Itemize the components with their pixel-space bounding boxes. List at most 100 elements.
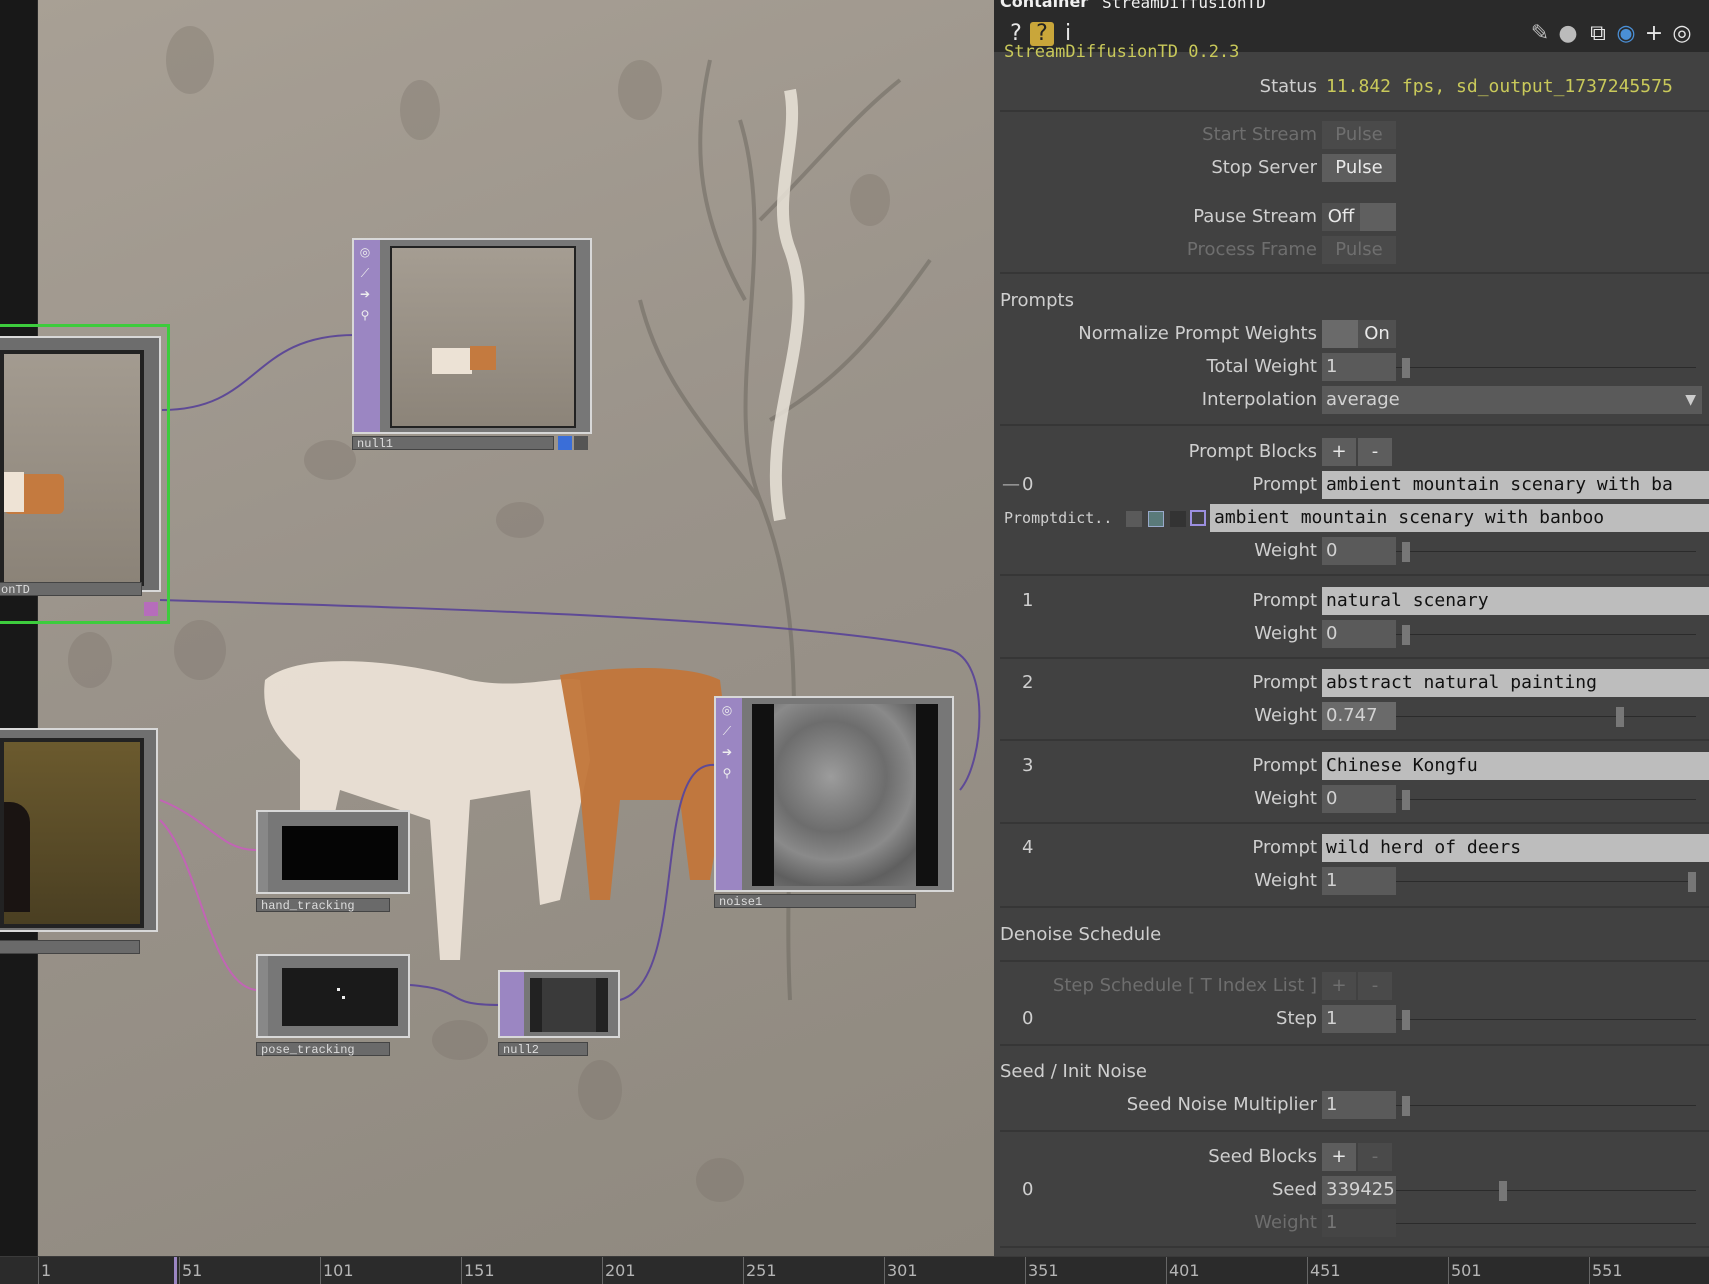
node-null2[interactable]: null2 — [498, 970, 622, 1058]
prompt-block-2-weight-field[interactable]: 0.747 — [1322, 702, 1396, 730]
viewer-toggle-icon[interactable]: ◎ — [718, 701, 736, 719]
prompt-block-1-weight-field[interactable]: 0 — [1322, 620, 1396, 648]
add-seed-block-button[interactable]: + — [1322, 1143, 1356, 1171]
promptdict-checkbox-icon[interactable] — [1190, 510, 1206, 526]
node-null1[interactable]: ◎ ⟋ ➔ ⚲ null1 — [352, 238, 592, 454]
network-editor[interactable]: onTD ◎ ⟋ ➔ ⚲ null1 hand_tracking pose_tr… — [0, 0, 994, 1256]
promptdict-table-icon[interactable] — [1170, 511, 1186, 527]
prompt-block-1-weight-handle[interactable] — [1402, 625, 1410, 645]
pause-stream-toggle[interactable]: Off — [1322, 203, 1360, 231]
prompt-block-2-weight-slider[interactable] — [1396, 716, 1696, 717]
target-icon[interactable]: ◎ — [1670, 22, 1694, 46]
timeline-ruler[interactable]: 15110115120125130135140145150155160 — [0, 1256, 1709, 1284]
edit-node-icon[interactable]: ⟋ — [718, 722, 736, 740]
prompt-block-3-weight-handle[interactable] — [1402, 790, 1410, 810]
node-ontd-viewer — [0, 350, 144, 586]
seed-weight-field[interactable]: 1 — [1322, 1209, 1396, 1237]
node-ontd[interactable]: onTD — [0, 324, 172, 624]
prompt-block-0-weight-field[interactable]: 0 — [1322, 537, 1396, 565]
node-pose-tracking-frame — [256, 954, 410, 1038]
add-prompt-block-button[interactable]: + — [1322, 438, 1356, 466]
step-schedule-row: Step Schedule [ T Index List ] + - — [994, 971, 1709, 1001]
prompt-block-2-weight-handle[interactable] — [1615, 707, 1624, 727]
node-ontd-label: onTD — [0, 582, 142, 597]
node-hand-tracking-label: hand_tracking — [256, 898, 390, 913]
prompt-block-0-prompt-field[interactable]: ambient mountain scenary with ba — [1322, 471, 1709, 499]
prompt-block-4-weight-field[interactable]: 1 — [1322, 867, 1396, 895]
stop-server-row: Stop Server Pulse — [994, 153, 1709, 183]
playhead[interactable] — [174, 1257, 177, 1284]
seed-multiplier-slider[interactable] — [1396, 1105, 1696, 1106]
timeline-tick: 351 — [1025, 1257, 1059, 1284]
total-weight-field[interactable]: 1 — [1322, 353, 1396, 381]
node-pose-tracking[interactable]: pose_tracking — [256, 954, 412, 1058]
prompt-label: Prompt — [1252, 474, 1317, 495]
prompt-block-1-prompt-field[interactable]: natural scenary — [1322, 587, 1709, 615]
export-icon[interactable]: ➔ — [718, 743, 736, 761]
node-null1-viewer-flag[interactable] — [558, 436, 572, 450]
lock-icon[interactable]: ⚲ — [718, 764, 736, 782]
seed-slider[interactable] — [1396, 1190, 1696, 1191]
comment-icon[interactable]: ● — [1556, 22, 1580, 46]
normalize-switch[interactable] — [1322, 320, 1358, 348]
node-hand-tracking[interactable]: hand_tracking — [256, 810, 412, 914]
prompt-block-3-weight-field[interactable]: 0 — [1322, 785, 1396, 813]
step-slider-handle[interactable] — [1402, 1010, 1410, 1030]
stop-server-button[interactable]: Pulse — [1322, 154, 1396, 182]
process-frame-button[interactable]: Pulse — [1322, 236, 1396, 264]
seed-slider-handle[interactable] — [1499, 1181, 1508, 1201]
clone-icon[interactable]: ⧉ — [1586, 22, 1610, 46]
prompt-label: Prompt — [1252, 590, 1317, 611]
viewer-toggle-icon[interactable]: ◎ — [356, 243, 374, 261]
prompt-block-4-weight-handle[interactable] — [1688, 872, 1696, 892]
start-stream-button[interactable]: Pulse — [1322, 121, 1396, 149]
add-step-button[interactable]: + — [1322, 972, 1356, 1000]
seed-weight-slider[interactable] — [1396, 1223, 1696, 1224]
operator-name[interactable]: StreamDiffusionTD — [1102, 0, 1266, 12]
add-icon[interactable]: + — [1642, 22, 1666, 46]
prompt-block-4-weight-slider[interactable] — [1396, 881, 1696, 882]
weight-label: Weight — [1254, 540, 1317, 561]
remove-seed-block-button[interactable]: - — [1358, 1143, 1392, 1171]
normalize-toggle[interactable]: On — [1358, 320, 1396, 348]
node-null1-frame: ◎ ⟋ ➔ ⚲ — [352, 238, 592, 434]
seed-multiplier-slider-handle[interactable] — [1402, 1096, 1410, 1116]
lock-icon[interactable]: ⚲ — [356, 306, 374, 324]
step-slider[interactable] — [1396, 1019, 1696, 1020]
seed-field[interactable]: 339425 — [1322, 1176, 1396, 1204]
edit-node-icon[interactable]: ⟋ — [356, 264, 374, 282]
node-noise1[interactable]: ◎ ⟋ ➔ ⚲ noise1 — [714, 696, 954, 914]
promptdict-expand-icon[interactable] — [1148, 511, 1164, 527]
prompt-block-2-prompt-field[interactable]: abstract natural painting — [1322, 669, 1709, 697]
promptdict-field[interactable]: ambient mountain scenary with banboo — [1210, 504, 1709, 532]
prompt-block-1-weight-slider[interactable] — [1396, 634, 1696, 635]
remove-step-button[interactable]: - — [1358, 972, 1392, 1000]
edit-icon[interactable]: ✎ — [1528, 22, 1552, 46]
node-null1-viewer — [390, 246, 576, 428]
total-weight-slider[interactable] — [1396, 367, 1696, 368]
node-ontd-flag[interactable] — [144, 602, 158, 616]
prompt-block-0-collapse[interactable]: — — [1002, 474, 1020, 495]
export-icon[interactable]: ➔ — [356, 285, 374, 303]
prompt-block-3-prompt-field[interactable]: Chinese Kongfu — [1322, 752, 1709, 780]
step-field[interactable]: 1 — [1322, 1005, 1396, 1033]
python-icon[interactable]: ◉ — [1614, 22, 1638, 46]
seed-section-title: Seed / Init Noise — [1000, 1061, 1147, 1082]
node-null1-bypass-flag[interactable] — [574, 436, 588, 450]
node-webcam[interactable] — [0, 728, 160, 964]
seed-multiplier-field[interactable]: 1 — [1322, 1091, 1396, 1119]
pause-stream-switch[interactable] — [1360, 203, 1396, 231]
seed-label: Seed — [1272, 1179, 1317, 1200]
prompt-block-0-weight-slider[interactable] — [1396, 551, 1696, 552]
timeline-tick: 201 — [602, 1257, 636, 1284]
prompt-block-4-prompt-field[interactable]: wild herd of deers — [1322, 834, 1709, 862]
seed-weight-label: Weight — [1254, 1212, 1317, 1233]
prompt-block-0-weight-handle[interactable] — [1402, 542, 1410, 562]
separator — [1000, 822, 1709, 824]
total-weight-slider-handle[interactable] — [1402, 358, 1410, 378]
prompt-block-3-weight-slider[interactable] — [1396, 799, 1696, 800]
remove-prompt-block-button[interactable]: - — [1358, 438, 1392, 466]
node-noise1-label: noise1 — [714, 894, 916, 909]
interpolation-dropdown[interactable]: average ▼ — [1322, 386, 1702, 414]
promptdict-toggle-icon[interactable] — [1126, 511, 1142, 527]
